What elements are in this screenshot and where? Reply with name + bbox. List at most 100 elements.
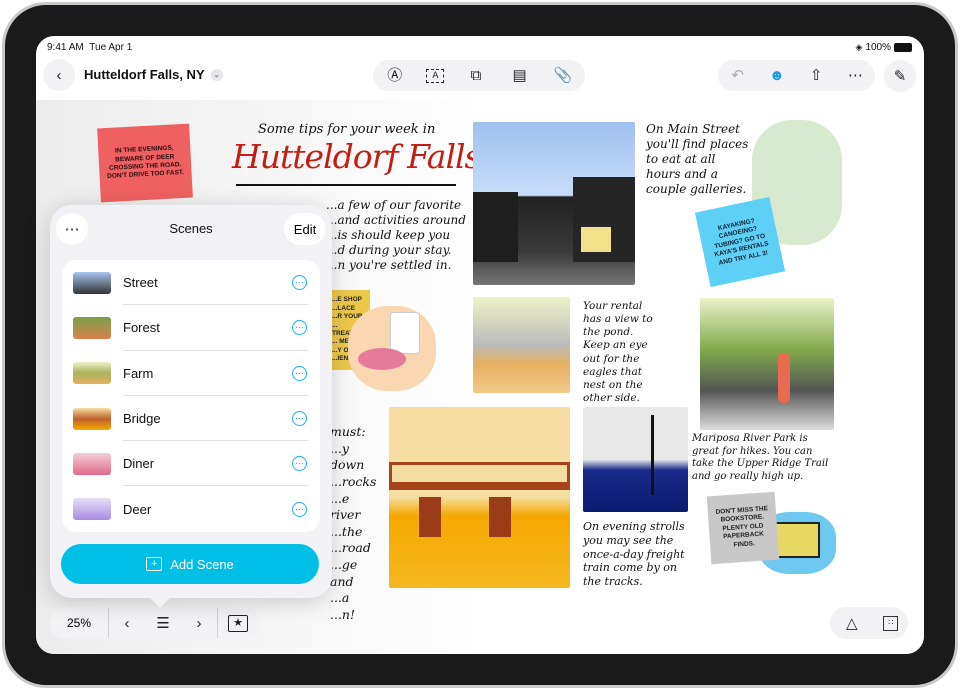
park-note: Mariposa River Park is great for hikes. …	[692, 433, 832, 483]
shapes-icon[interactable]: ⧉	[464, 64, 488, 88]
must-line: ...n!	[330, 607, 380, 624]
intro-line: ...and activities around	[326, 213, 466, 228]
scene-row-street[interactable]: Street⋯	[62, 260, 320, 305]
previous-scene-icon[interactable]: ‹	[115, 611, 139, 635]
scene-row-farm[interactable]: Farm⋯	[62, 351, 320, 396]
must-note: must: ...y down ...rocks ...e river ...t…	[330, 424, 380, 624]
scene-row-forest[interactable]: Forest⋯	[62, 305, 320, 350]
must-line: ...ge and	[330, 557, 380, 590]
add-scene-star-icon[interactable]: ★	[228, 615, 248, 632]
board-title-menu[interactable]: Hutteldorf Falls, NY ⌄	[84, 67, 223, 82]
attachment-icon[interactable]: 📎	[551, 64, 575, 88]
pastry-plate	[358, 348, 406, 370]
intro-line: ...n you're settled in.	[326, 258, 466, 273]
compose-icon: ✎	[888, 64, 912, 88]
scene-row-deer[interactable]: Deer⋯	[62, 486, 320, 531]
sticky-note-gray[interactable]: Don't miss the bookstore. Plenty old pap…	[707, 492, 780, 565]
add-scene-button[interactable]: + Add Scene	[61, 544, 319, 584]
scene-label: Street	[123, 275, 292, 290]
must-line: must:	[330, 424, 380, 441]
status-right: ◈ 100%	[856, 42, 913, 53]
coffee-illustration[interactable]	[348, 306, 436, 391]
grid-icon[interactable]: ∷	[883, 616, 898, 631]
intro-line: ...a few of our favorite	[326, 198, 466, 213]
intro-text: ...a few of our favorite ...and activiti…	[326, 198, 466, 273]
intro-line: ...d during your stay.	[326, 243, 466, 258]
more-icon[interactable]: ⋯	[843, 64, 867, 88]
bridge-pier	[419, 497, 441, 537]
scene-row-bridge[interactable]: Bridge⋯	[62, 396, 320, 441]
scene-thumbnail	[73, 272, 111, 294]
train-illustration[interactable]	[583, 407, 688, 512]
wifi-icon: ◈	[856, 42, 863, 53]
must-line: ...road	[330, 540, 380, 557]
bottom-right-toolbar: △ ∷	[830, 607, 908, 639]
window-light	[581, 227, 611, 252]
scene-label: Forest	[123, 320, 292, 335]
insert-toolbar: Ⓐ A ⧉ ▤ 📎	[373, 60, 585, 91]
pen-tool-icon[interactable]: Ⓐ	[383, 64, 407, 88]
scene-thumbnail	[73, 317, 111, 339]
building-shape	[473, 192, 518, 262]
scene-row-diner[interactable]: Diner⋯	[62, 441, 320, 486]
scene-more-icon[interactable]: ⋯	[292, 320, 307, 335]
connection-icon[interactable]: △	[840, 611, 864, 635]
edit-button[interactable]: Edit	[284, 213, 326, 245]
scene-more-icon[interactable]: ⋯	[292, 275, 307, 290]
zoom-level-button[interactable]: 25%	[50, 616, 108, 630]
share-icon[interactable]: ⇧	[804, 64, 828, 88]
chevron-left-icon: ‹	[47, 63, 71, 87]
intro-line: ...is should keep you	[326, 228, 466, 243]
must-line: ...rocks	[330, 474, 380, 491]
coffee-cup	[390, 312, 420, 354]
sticky-note-red[interactable]: In the evenings, beware of deer crossing…	[97, 124, 193, 203]
scene-label: Farm	[123, 366, 292, 381]
text-box-icon[interactable]: A	[426, 69, 444, 83]
park-illustration[interactable]	[700, 298, 834, 430]
scenes-popover: ⋯ Scenes Edit Street⋯ Forest⋯ Farm⋯ Brid…	[50, 205, 332, 598]
bridge-illustration[interactable]	[389, 407, 570, 588]
scene-thumbnail	[73, 408, 111, 430]
scene-more-icon[interactable]: ⋯	[292, 456, 307, 471]
pond-illustration[interactable]	[473, 297, 570, 393]
heading-underline	[236, 184, 456, 186]
must-line: ...e river	[330, 491, 380, 524]
main-street-note: On Main Street you'll find places to eat…	[646, 122, 751, 197]
must-line: ...the	[330, 524, 380, 541]
bridge-pier	[489, 497, 511, 537]
scene-more-icon[interactable]: ⋯	[292, 366, 307, 381]
add-scene-label: Add Scene	[170, 557, 234, 572]
collaborate-icon[interactable]: ☻	[765, 64, 789, 88]
must-line: ...a	[330, 590, 380, 607]
undo-icon[interactable]: ↶	[726, 64, 750, 88]
chevron-down-icon: ⌄	[211, 69, 223, 81]
scene-thumbnail	[73, 453, 111, 475]
pond-note: Your rental has a view to the pond. Keep…	[583, 300, 663, 405]
scene-label: Bridge	[123, 411, 292, 426]
scene-thumbnail	[73, 498, 111, 520]
must-line: ...y down	[330, 441, 380, 474]
hiker-figure	[778, 353, 790, 403]
scene-more-icon[interactable]: ⋯	[292, 411, 307, 426]
status-time: 9:41 AM Tue Apr 1	[47, 42, 132, 53]
street-illustration[interactable]	[473, 122, 635, 285]
sticky-note-icon[interactable]: ▤	[508, 64, 532, 88]
bridge-truss	[389, 462, 570, 490]
crossing-signal	[651, 415, 654, 495]
date: Tue Apr 1	[89, 42, 132, 53]
scene-thumbnail	[73, 362, 111, 384]
compose-button[interactable]: ✎	[884, 60, 916, 92]
battery-icon	[894, 43, 912, 52]
next-scene-icon[interactable]: ›	[187, 611, 211, 635]
scenes-list: Street⋯ Forest⋯ Farm⋯ Bridge⋯ Diner⋯ Dee…	[62, 260, 320, 532]
board-title: Hutteldorf Falls, NY	[84, 67, 205, 82]
scenes-list-icon[interactable]: ☰	[151, 611, 175, 635]
battery-percent: 100%	[865, 42, 891, 53]
sticky-note-blue[interactable]: Kayaking? Canoeing? Tubing? Go to Kaya's…	[695, 197, 785, 287]
scene-label: Deer	[123, 502, 292, 517]
bottom-toolbar: 25% ‹ ☰ › ★	[50, 607, 260, 639]
divider	[108, 608, 109, 638]
scene-more-icon[interactable]: ⋯	[292, 502, 307, 517]
back-button[interactable]: ‹	[43, 59, 75, 91]
actions-toolbar: ↶ ☻ ⇧ ⋯	[718, 60, 875, 91]
